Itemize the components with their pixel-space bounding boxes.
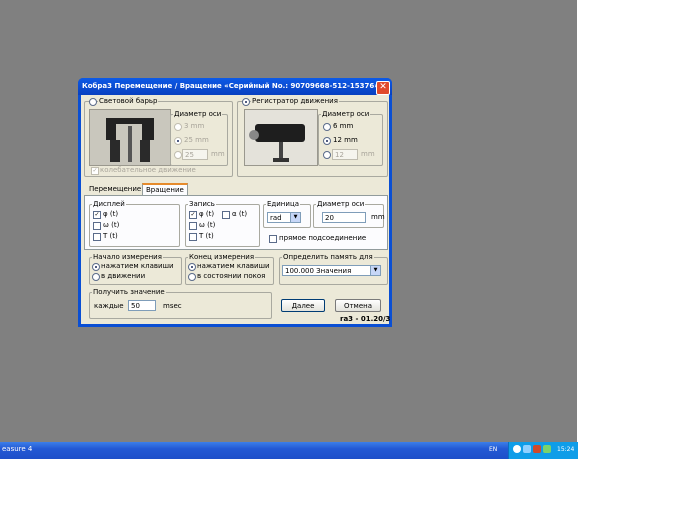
axis-diameter-input[interactable]: 20 <box>322 212 366 223</box>
direct-connection-label: прямое подсоединение <box>279 234 367 242</box>
taskbar-item-measure[interactable]: easure 4 <box>2 445 32 453</box>
display-omega-checkbox[interactable] <box>93 222 101 230</box>
display-phi-checkbox[interactable]: ✓ <box>93 211 101 219</box>
display-omega-label: ω (t) <box>103 221 120 229</box>
axis-diameter-label: Диаметр оси <box>316 200 366 208</box>
memory-select[interactable]: 100.000 Значения ▼ <box>282 265 381 276</box>
dialog-body: Световой барьр Диаметр оси 3 mm 25 mm 25… <box>81 95 391 324</box>
mr-custom-radio[interactable] <box>323 151 331 159</box>
clock: 15:24 <box>557 446 575 453</box>
mr-6mm-radio[interactable] <box>323 123 331 131</box>
motion-recorder-photo <box>244 109 318 166</box>
mr-6mm-label: 6 mm <box>333 122 354 130</box>
memory-label: Определить память для <box>282 253 374 261</box>
unit-label: Единица <box>266 200 300 208</box>
display-torque-label: T (t) <box>103 232 118 240</box>
end-measurement-label: Конец измерения <box>188 253 256 261</box>
lb-3mm-radio[interactable] <box>174 123 182 131</box>
version-label: ra3 - 01.20/3 <box>340 315 391 323</box>
mr-12mm-label: 12 mm <box>333 136 358 144</box>
interval-input[interactable]: 50 <box>128 300 156 311</box>
cancel-button[interactable]: Отмена <box>335 299 381 312</box>
display-torque-checkbox[interactable] <box>93 233 101 241</box>
lb-25mm-label: 25 mm <box>184 136 209 144</box>
lb-25mm-radio[interactable] <box>174 137 182 145</box>
record-torque-checkbox[interactable] <box>189 233 197 241</box>
memory-select-value: 100.000 Значения <box>285 267 352 275</box>
end-key-radio[interactable] <box>188 263 196 271</box>
start-key-label: нажатием клавиши <box>101 262 174 270</box>
start-measurement-label: Начало измерения <box>92 253 163 261</box>
oscillation-checkbox[interactable]: ✓ <box>91 167 99 175</box>
settings-dialog: Кобра3 Перемещение / Вращение «Серийный … <box>78 78 392 327</box>
light-barrier-photo <box>89 109 171 166</box>
record-alpha-label: α (t) <box>232 210 248 218</box>
record-phi-label: φ (t) <box>199 210 215 218</box>
record-label: Запись <box>188 200 216 208</box>
end-key-label: нажатием клавиши <box>197 262 270 270</box>
start-motion-radio[interactable] <box>92 273 100 281</box>
volume-icon[interactable] <box>523 445 531 453</box>
record-alpha-checkbox[interactable] <box>222 211 230 219</box>
lb-custom-unit: mm <box>211 150 225 158</box>
display-phi-label: φ (t) <box>103 210 119 218</box>
record-omega-label: ω (t) <box>199 221 216 229</box>
next-button[interactable]: Далее <box>281 299 325 312</box>
light-barrier-label: Световой барьр <box>98 97 159 105</box>
tab-translation[interactable]: Перемещение <box>86 184 144 195</box>
lb-custom-radio[interactable] <box>174 151 182 159</box>
start-key-radio[interactable] <box>92 263 100 271</box>
chevron-down-icon: ▼ <box>370 266 380 275</box>
every-label: каждые <box>94 302 124 310</box>
oscillation-label: колебательное движение <box>100 166 196 174</box>
motion-recorder-label: Регистратор движения <box>251 97 339 105</box>
mr-12mm-radio[interactable] <box>323 137 331 145</box>
app-tray-icon[interactable] <box>543 445 551 453</box>
lb-3mm-label: 3 mm <box>184 122 205 130</box>
motion-recorder-radio[interactable] <box>242 98 250 106</box>
display-label: Дисплей <box>92 200 126 208</box>
network-icon[interactable] <box>513 445 521 453</box>
window-title: Кобра3 Перемещение / Вращение «Серийный … <box>82 82 379 90</box>
mr-custom-unit: mm <box>361 150 375 158</box>
close-button[interactable]: ✕ <box>376 81 390 95</box>
lb-axis-diameter-label: Диаметр оси <box>173 110 223 118</box>
title-bar[interactable]: Кобра3 Перемещение / Вращение «Серийный … <box>78 78 392 95</box>
language-indicator[interactable]: EN <box>489 446 497 453</box>
record-phi-checkbox[interactable]: ✓ <box>189 211 197 219</box>
unit-select-value: rad <box>270 214 282 222</box>
end-rest-radio[interactable] <box>188 273 196 281</box>
shield-icon[interactable] <box>533 445 541 453</box>
lb-custom-input[interactable]: 25 <box>182 149 208 160</box>
axis-diameter-unit: mm <box>371 213 385 221</box>
get-value-label: Получить значение <box>92 288 166 296</box>
unit-select[interactable]: rad ▼ <box>267 212 301 223</box>
mr-axis-diameter-label: Диаметр оси <box>321 110 371 118</box>
light-barrier-radio[interactable] <box>89 98 97 106</box>
interval-unit: msec <box>163 302 182 310</box>
record-omega-checkbox[interactable] <box>189 222 197 230</box>
direct-connection-checkbox[interactable] <box>269 235 277 243</box>
chevron-down-icon: ▼ <box>290 213 300 222</box>
mr-custom-input[interactable]: 12 <box>332 149 358 160</box>
start-motion-label: в движении <box>101 272 146 280</box>
record-torque-label: T (t) <box>199 232 214 240</box>
end-rest-label: в состоянии покоя <box>197 272 266 280</box>
